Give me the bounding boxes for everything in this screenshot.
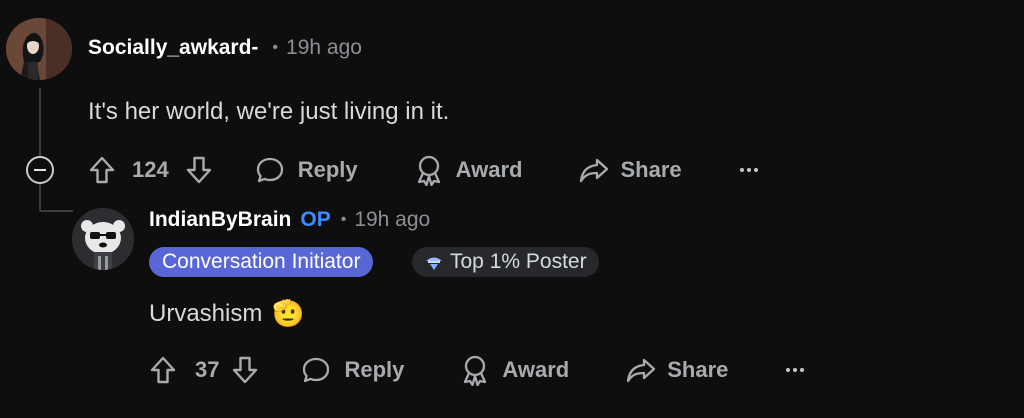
share-arrow-icon bbox=[580, 158, 609, 183]
award-button[interactable]: Award bbox=[414, 154, 523, 186]
upvote-button[interactable] bbox=[88, 155, 116, 185]
comment-bubble-icon bbox=[256, 157, 283, 183]
flair-label: Conversation Initiator bbox=[162, 250, 361, 273]
reply-label: Reply bbox=[297, 157, 358, 182]
comment-body: It's her world, we're just living in it. bbox=[88, 98, 450, 125]
flair-conversation-initiator: Conversation Initiator bbox=[149, 247, 374, 277]
comment-actions: 37 Reply Award Share bbox=[149, 354, 805, 386]
comment-actions: 124 Reply Award Share bbox=[88, 154, 758, 186]
avatar[interactable] bbox=[72, 208, 134, 270]
award-label: Award bbox=[502, 357, 570, 382]
op-badge: OP bbox=[300, 208, 331, 231]
flair-label: Top 1% Poster bbox=[450, 250, 587, 273]
arrow-up-icon bbox=[150, 356, 176, 384]
downvote-button[interactable] bbox=[231, 355, 259, 385]
comment-text: Urvashism bbox=[149, 299, 263, 327]
more-dots-icon bbox=[739, 168, 758, 172]
upvote-button[interactable] bbox=[149, 355, 177, 385]
reply-button[interactable]: Reply bbox=[255, 155, 358, 185]
award-icon bbox=[417, 155, 440, 186]
comment-bubble-icon bbox=[303, 357, 330, 383]
share-button[interactable]: Share bbox=[578, 155, 682, 185]
more-options-button[interactable] bbox=[739, 168, 758, 172]
arrow-down-icon bbox=[186, 156, 211, 184]
username[interactable]: Socially_awkard- bbox=[88, 36, 258, 60]
collapse-thread-button[interactable] bbox=[26, 156, 54, 184]
share-arrow-icon bbox=[627, 358, 656, 383]
comment-body: Urvashism 🫡 bbox=[149, 298, 305, 329]
avatar[interactable] bbox=[6, 18, 72, 80]
downvote-button[interactable] bbox=[185, 155, 213, 185]
award-icon bbox=[464, 355, 487, 386]
more-dots-icon bbox=[786, 368, 805, 372]
vote-count: 124 bbox=[132, 157, 169, 182]
minus-icon bbox=[34, 169, 46, 171]
share-label: Share bbox=[620, 157, 682, 182]
vote-count: 37 bbox=[195, 357, 220, 382]
thread-line-branch-horizontal bbox=[39, 210, 73, 212]
award-label: Award bbox=[455, 157, 523, 182]
separator-dot: • bbox=[272, 39, 279, 56]
timestamp[interactable]: 19h ago bbox=[286, 36, 362, 60]
arrow-up-icon bbox=[89, 156, 115, 184]
thread-line-branch bbox=[39, 184, 41, 210]
saluting-face-emoji: 🫡 bbox=[272, 298, 305, 328]
timestamp[interactable]: 19h ago bbox=[354, 208, 430, 232]
award-button[interactable]: Award bbox=[460, 354, 569, 386]
separator-dot: • bbox=[340, 211, 347, 228]
gem-hat-icon bbox=[426, 257, 442, 270]
share-label: Share bbox=[667, 357, 729, 382]
thread-line bbox=[39, 88, 41, 156]
arrow-down-icon bbox=[233, 356, 258, 384]
username[interactable]: IndianByBrain bbox=[149, 208, 291, 232]
reply-button[interactable]: Reply bbox=[301, 355, 404, 385]
share-button[interactable]: Share bbox=[625, 355, 728, 385]
flair-top-poster: Top 1% Poster bbox=[412, 247, 599, 277]
more-options-button[interactable] bbox=[786, 368, 805, 372]
reply-label: Reply bbox=[344, 357, 405, 382]
